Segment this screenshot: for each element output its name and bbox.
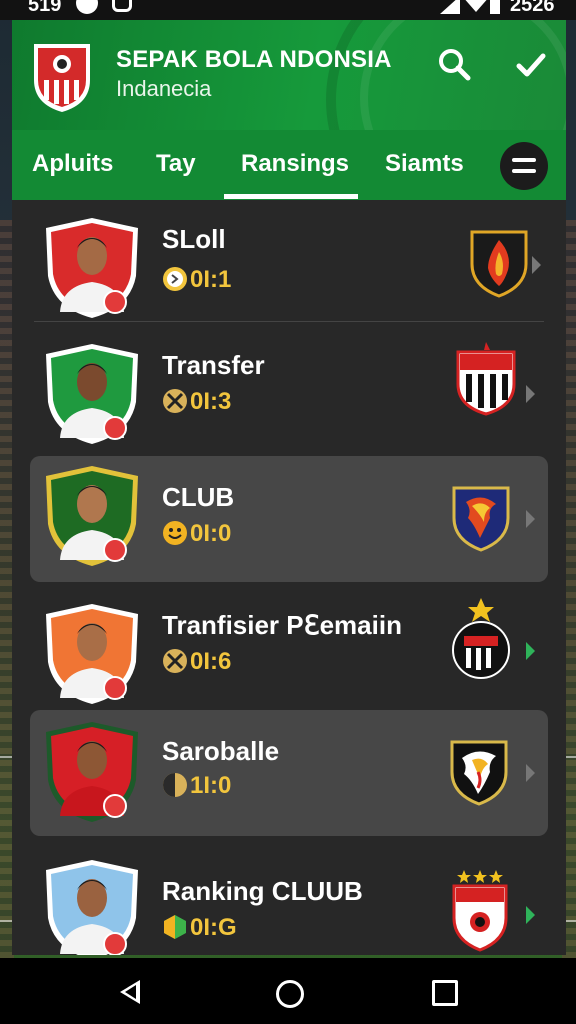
list-item[interactable]: Tranfisier Pℇemaiin 0I:6 — [12, 590, 566, 714]
item-score: 0I:0 — [190, 520, 232, 547]
item-score: 0I:3 — [190, 388, 232, 415]
search-icon[interactable] — [436, 46, 472, 82]
player-avatar-icon — [46, 860, 138, 955]
app-notification-icon — [112, 0, 132, 12]
back-icon-inner — [125, 985, 136, 999]
item-score: 1I:0 — [190, 772, 232, 799]
smile-icon — [163, 521, 187, 545]
app-header: SEPAK BOLA NDONSIA Indanecia — [12, 20, 566, 130]
app-logo-icon — [34, 44, 90, 112]
star-crest-icon — [452, 598, 510, 679]
list-item[interactable]: Transfer 0I:3 — [12, 330, 566, 454]
chevron-right-icon[interactable] — [526, 510, 535, 528]
status-right-text: 2526 — [510, 0, 555, 16]
tab-siamts[interactable]: Siamts — [385, 150, 464, 178]
player-avatar-icon — [46, 722, 138, 822]
recent-apps-icon[interactable] — [432, 980, 458, 1006]
divider — [34, 321, 544, 322]
chevron-right-icon[interactable] — [526, 906, 535, 924]
app-subtitle: Indanecia — [116, 76, 212, 101]
item-title: Tranfisier Pℇemaiin — [162, 610, 402, 640]
item-title: CLUB — [162, 482, 235, 512]
striped-crest-icon — [456, 342, 516, 416]
clock-icon — [163, 267, 187, 291]
item-score: 0I:1 — [190, 266, 232, 293]
ball-icon — [163, 773, 187, 797]
notification-dot-icon — [76, 0, 98, 14]
tab-bar: Apluits Tay Ransings Siamts — [12, 130, 566, 200]
item-score: 0I:G — [190, 914, 237, 941]
battery-icon — [490, 0, 500, 14]
active-tab-indicator — [224, 194, 358, 199]
app-window: SEPAK BOLA NDONSIA Indanecia Apluits Tay… — [12, 20, 566, 955]
list-item[interactable]: Saroballe 1I:0 — [12, 708, 566, 836]
check-icon[interactable] — [514, 48, 548, 82]
chevron-right-icon[interactable] — [526, 385, 535, 403]
hexagon-icon — [164, 915, 186, 939]
tab-ransings[interactable]: Ransings — [241, 150, 349, 178]
chevron-right-icon[interactable] — [526, 764, 535, 782]
player-avatar-icon — [46, 466, 138, 566]
item-title: SLoll — [162, 224, 226, 254]
flame-crest-icon — [470, 230, 528, 298]
ball-icon — [163, 389, 187, 413]
signal-icon — [440, 0, 460, 14]
ball-icon — [163, 649, 187, 673]
player-avatar-icon — [46, 604, 138, 704]
chevron-right-icon[interactable] — [532, 256, 541, 274]
status-bar: 519 2526 — [0, 0, 576, 20]
eagle-crest-icon — [450, 740, 508, 806]
list-item[interactable]: Ranking CLUUB 0I:G — [12, 846, 566, 955]
list-item[interactable]: SLoll 0I:1 — [12, 204, 566, 328]
item-score: 0I:6 — [190, 648, 232, 675]
list-item[interactable]: CLUB 0I:0 — [12, 454, 566, 582]
tab-apluits[interactable]: Apluits — [32, 150, 113, 178]
item-title: Transfer — [162, 350, 265, 380]
phoenix-crest-icon — [452, 486, 510, 552]
item-title: Ranking CLUUB — [162, 876, 363, 906]
player-avatar-icon — [46, 344, 138, 444]
tab-tay[interactable]: Tay — [156, 150, 196, 178]
status-time: 519 — [28, 0, 62, 16]
stars-crest-icon — [452, 870, 508, 952]
chevron-right-icon[interactable] — [526, 642, 535, 660]
player-avatar-icon — [46, 218, 138, 318]
home-icon[interactable] — [276, 980, 304, 1008]
wifi-icon — [462, 0, 490, 12]
system-navigation-bar — [0, 958, 576, 1024]
app-title: SEPAK BOLA NDONSIA — [116, 46, 392, 73]
menu-icon[interactable] — [500, 142, 548, 190]
item-title: Saroballe — [162, 736, 280, 766]
